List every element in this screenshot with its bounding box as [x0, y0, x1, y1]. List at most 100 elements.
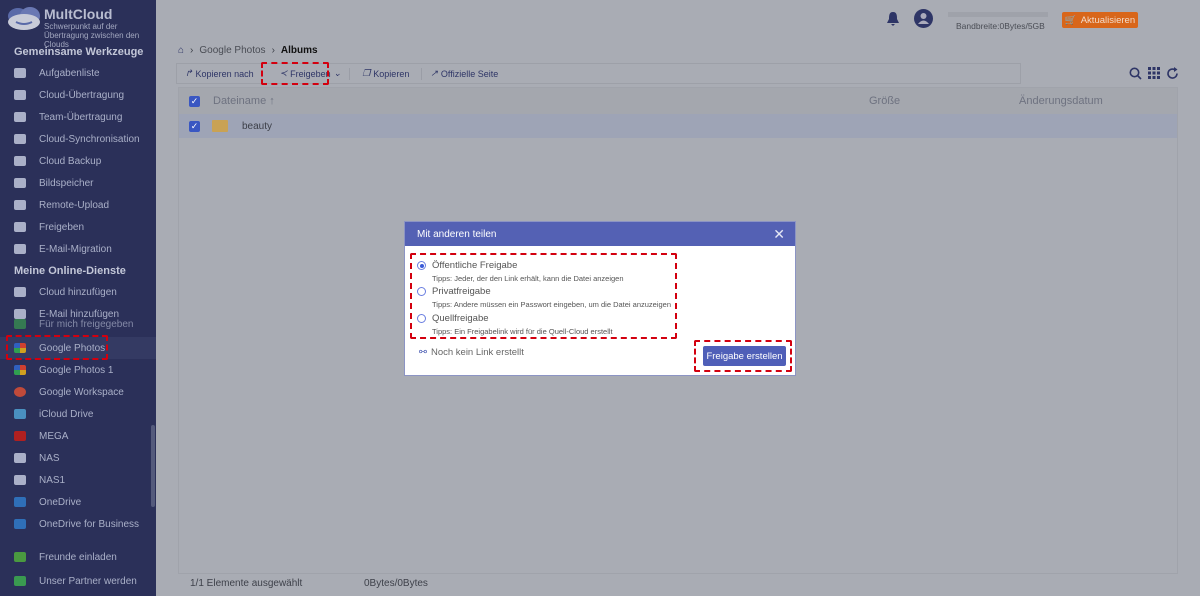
cloud-sync-icon: [14, 134, 26, 144]
sidebar-item-onedrive-business[interactable]: OneDrive for Business: [0, 513, 156, 535]
team-transfer-icon: [14, 112, 26, 122]
icloud-icon: [14, 409, 26, 419]
upgrade-button[interactable]: 🛒 Aktualisieren: [1062, 12, 1138, 28]
trophy-icon: [14, 552, 26, 562]
column-date[interactable]: Änderungsdatum: [1019, 95, 1103, 107]
google-photos-icon: [14, 365, 26, 375]
list-icon: [14, 68, 26, 78]
copy-button[interactable]: ❐ Kopieren: [354, 68, 417, 79]
item-label: Remote-Upload: [39, 199, 110, 211]
sidebar-item-share[interactable]: Freigeben: [0, 216, 156, 238]
search-icon[interactable]: [1129, 67, 1142, 80]
item-label: Cloud-Übertragung: [39, 89, 125, 101]
sidebar-scrollbar[interactable]: [151, 425, 155, 507]
sidebar-item-google-workspace[interactable]: Google Workspace: [0, 381, 156, 403]
item-label: iCloud Drive: [39, 408, 94, 420]
official-site-button[interactable]: ↗ Offizielle Seite: [422, 68, 506, 79]
mega-icon: [14, 431, 26, 441]
onedrive-icon: [14, 519, 26, 529]
sidebar-item-remote-upload[interactable]: Remote-Upload: [0, 194, 156, 216]
item-label: Unser Partner werden: [39, 575, 137, 587]
brand-tagline: Schwerpunkt auf der Übertragung zwischen…: [44, 22, 140, 49]
link-status-text: Noch kein Link erstellt: [430, 347, 524, 358]
chevron-right-icon: ›: [190, 45, 194, 56]
sidebar-item-onedrive[interactable]: OneDrive: [0, 491, 156, 513]
copy-icon: ❐: [362, 68, 371, 78]
cart-icon: 🛒: [1064, 14, 1077, 26]
column-size[interactable]: Größe: [869, 95, 900, 107]
refresh-icon[interactable]: [1166, 67, 1179, 80]
copy-label: Kopieren: [373, 68, 410, 79]
item-label: Für mich freigegeben: [39, 318, 134, 330]
breadcrumb-parent[interactable]: Google Photos: [199, 45, 265, 56]
item-label: Cloud-Synchronisation: [39, 133, 140, 145]
dialog-header: Mit anderen teilen ✕: [405, 222, 795, 246]
bell-icon[interactable]: [886, 11, 900, 27]
item-label: MEGA: [39, 430, 69, 442]
item-label: Freigeben: [39, 221, 85, 233]
sidebar-item-nas[interactable]: NAS: [0, 447, 156, 469]
select-all-checkbox[interactable]: ✓: [189, 95, 200, 107]
selection-size: 0Bytes/0Bytes: [364, 578, 428, 589]
home-icon[interactable]: ⌂: [178, 45, 184, 56]
highlight-google-photos: [6, 335, 108, 360]
cloud-transfer-icon: [14, 90, 26, 100]
sidebar-item-add-cloud[interactable]: Cloud hinzufügen: [0, 281, 156, 303]
nas-icon: [14, 475, 26, 485]
upload-icon: [14, 200, 26, 210]
sidebar-item-email-migration[interactable]: E-Mail-Migration: [0, 238, 156, 260]
multcloud-logo-icon: [8, 7, 40, 30]
avatar-icon[interactable]: [914, 9, 933, 28]
sidebar-item-image-storage[interactable]: Bildspeicher: [0, 172, 156, 194]
redo-arrow-icon: ↱: [185, 68, 193, 78]
copy-to-button[interactable]: ↱ Kopieren nach: [177, 68, 262, 79]
sidebar-item-aufgabenliste[interactable]: Aufgabenliste: [0, 62, 156, 84]
sidebar-item-shared-with-me[interactable]: Für mich freigegeben: [0, 317, 156, 331]
brand-name: MultCloud: [44, 6, 113, 22]
selection-count: 1/1 Elemente ausgewählt: [190, 578, 303, 589]
folder-icon: [212, 120, 228, 132]
sidebar-item-cloud-backup[interactable]: Cloud Backup: [0, 150, 156, 172]
external-arrow-icon: ↗: [430, 68, 438, 78]
chevron-down-icon: ⌄: [333, 68, 342, 78]
sidebar: MultCloud Schwerpunkt auf der Übertragun…: [0, 0, 156, 596]
item-label: Team-Übertragung: [39, 111, 123, 123]
status-bar: 1/1 Elemente ausgewählt 0Bytes/0Bytes: [190, 578, 428, 589]
section-tools: Gemeinsame Werkzeuge: [14, 46, 144, 58]
dialog-title: Mit anderen teilen: [417, 228, 497, 240]
sidebar-item-google-photos-1[interactable]: Google Photos 1: [0, 359, 156, 381]
google-drive-icon: [14, 319, 26, 329]
chevron-right-icon: ›: [271, 45, 275, 56]
column-name[interactable]: Dateiname ↑: [213, 95, 275, 107]
upgrade-label: Aktualisieren: [1080, 14, 1136, 26]
item-label: E-Mail-Migration: [39, 243, 112, 255]
table-header: ✓ Dateiname ↑ Größe Änderungsdatum: [179, 88, 1177, 114]
item-label: Freunde einladen: [39, 551, 117, 563]
item-label: Cloud Backup: [39, 155, 102, 167]
google-icon: [14, 387, 26, 397]
close-icon[interactable]: ✕: [773, 226, 785, 243]
sidebar-item-cloud-sync[interactable]: Cloud-Synchronisation: [0, 128, 156, 150]
sidebar-item-mega[interactable]: MEGA: [0, 425, 156, 447]
highlight-share: [261, 62, 329, 85]
sidebar-item-invite-friends[interactable]: Freunde einladen: [0, 546, 156, 568]
link-status: ⚯ Noch kein Link erstellt: [419, 347, 524, 358]
email-icon: [14, 244, 26, 254]
row-checkbox[interactable]: ✓: [189, 120, 200, 132]
divider: [349, 67, 351, 80]
sidebar-item-cloud-transfer[interactable]: Cloud-Übertragung: [0, 84, 156, 106]
onedrive-icon: [14, 497, 26, 507]
item-label: Cloud hinzufügen: [39, 286, 117, 298]
item-label: Google Photos 1: [39, 364, 114, 376]
sidebar-item-partner[interactable]: Unser Partner werden: [0, 570, 156, 592]
sidebar-item-icloud[interactable]: iCloud Drive: [0, 403, 156, 425]
nas-icon: [14, 453, 26, 463]
item-label: NAS: [39, 452, 60, 464]
grid-view-icon[interactable]: [1148, 67, 1160, 79]
file-name[interactable]: beauty: [242, 121, 272, 132]
sidebar-item-team-transfer[interactable]: Team-Übertragung: [0, 106, 156, 128]
table-row[interactable]: ✓ beauty: [179, 114, 1177, 138]
item-label: OneDrive for Business: [39, 518, 140, 530]
share-icon: [14, 222, 26, 232]
sidebar-item-nas1[interactable]: NAS1: [0, 469, 156, 491]
